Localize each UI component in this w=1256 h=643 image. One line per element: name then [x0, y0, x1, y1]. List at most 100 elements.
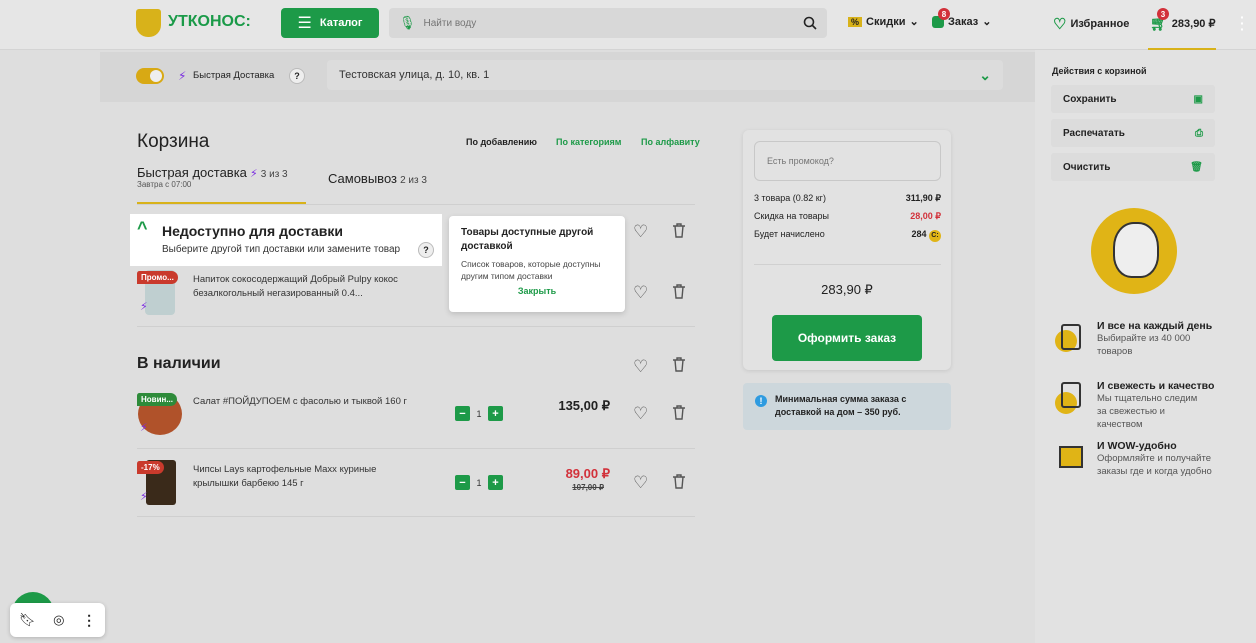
orders-menu[interactable]: 8 Заказ ⌄	[932, 8, 992, 28]
bookmark-icon[interactable]: 🔖︎	[19, 612, 36, 628]
product-price: 135,00 ₽	[558, 398, 610, 413]
product-price: 89,00 ₽	[565, 466, 610, 481]
print-cart-button[interactable]: Распечатать ⎙	[1051, 119, 1215, 147]
summary-row: Будет начислено 284 C:	[754, 229, 941, 242]
min-order-notice: ! Минимальная сумма заказа с доставкой н…	[743, 383, 951, 430]
more-icon[interactable]: · · ·	[1240, 10, 1245, 36]
print-icon: ⎙	[1195, 127, 1203, 139]
heart-icon: ♡	[1053, 16, 1067, 33]
chevron-up-icon[interactable]: ^	[137, 218, 148, 239]
decrease-button[interactable]: −	[455, 475, 470, 490]
product-name[interactable]: Чипсы Lays картофельные Maxx куриные кры…	[193, 463, 423, 491]
summary-total: 283,90 ₽	[821, 282, 873, 297]
summary-value: 28,00 ₽	[910, 211, 941, 221]
page-title: Корзина	[137, 131, 210, 152]
trash-icon[interactable]	[672, 284, 686, 299]
summary-row: Скидка на товары 28,00 ₽	[754, 211, 941, 222]
heart-icon[interactable]: ♡	[633, 283, 648, 303]
logo-icon[interactable]	[136, 9, 161, 37]
action-label: Очистить	[1063, 161, 1111, 173]
tooltip: Товары доступные другой доставкой Список…	[449, 216, 625, 312]
discount-badge: -17%	[137, 461, 164, 474]
sort-by-category[interactable]: По категориям	[556, 137, 621, 147]
trash-icon[interactable]	[672, 223, 686, 238]
heart-icon[interactable]: ♡	[633, 404, 648, 424]
quantity-stepper[interactable]: −1 +	[455, 406, 503, 421]
tab-fast-delivery[interactable]: Быстрая доставка ⚡︎ 3 из 3 Завтра с 07:0…	[137, 165, 288, 189]
trash-icon[interactable]	[672, 405, 686, 420]
save-cart-button[interactable]: Сохранить ▣	[1051, 85, 1215, 113]
grocery-basket-icon	[1055, 320, 1087, 354]
trash-icon: 🗑︎	[1190, 161, 1203, 173]
chevron-down-icon: ⌄	[982, 16, 992, 28]
search-icon[interactable]	[803, 16, 817, 30]
sort-by-alphabet[interactable]: По алфавиту	[641, 137, 700, 147]
increase-button[interactable]: +	[488, 475, 503, 490]
tab-pickup[interactable]: Самовывоз 2 из 3	[328, 171, 427, 186]
divider	[754, 264, 941, 265]
logo-text[interactable]: УТКОНОС:	[168, 13, 251, 31]
tab-count: 2 из 3	[400, 175, 427, 186]
orders-badge: 8	[938, 8, 950, 20]
summary-value: 311,90 ₽	[905, 193, 941, 203]
quantity-stepper[interactable]: −1 +	[455, 475, 503, 490]
quantity-value[interactable]: 1	[470, 475, 488, 490]
search-bar: 🎙︎	[389, 8, 827, 38]
sort-by-added[interactable]: По добавлению	[466, 137, 537, 147]
old-price: 107,00 ₽	[572, 483, 604, 492]
increase-button[interactable]: +	[488, 406, 503, 421]
more-icon[interactable]: ⋮	[82, 612, 96, 629]
summary-value: 284	[911, 229, 927, 239]
screenshot-search-icon[interactable]: ◎	[53, 612, 64, 628]
product-name[interactable]: Салат #ПОЙДУПОЕМ с фасолью и тыквой 160 …	[193, 395, 423, 409]
orders-label: Заказ	[948, 15, 979, 28]
divider	[137, 204, 695, 205]
heart-icon[interactable]: ♡	[633, 473, 648, 493]
heart-icon[interactable]: ♡	[633, 357, 648, 377]
decrease-button[interactable]: −	[455, 406, 470, 421]
search-input[interactable]	[423, 17, 795, 29]
unavailable-section-header[interactable]: ^ Недоступно для доставки Выберите друго…	[130, 214, 442, 266]
summary-row: 3 товара (0.82 кг) 311,90 ₽	[754, 193, 941, 204]
product-name[interactable]: Напиток сокосодержащий Добрый Pulpy коко…	[193, 273, 423, 301]
notice-text: Минимальная сумма заказа с доставкой на …	[775, 394, 907, 417]
heart-icon[interactable]: ♡	[633, 222, 648, 242]
address-select[interactable]: Тестовская улица, д. 10, кв. 1 ⌄	[327, 60, 1003, 90]
action-label: Распечатать	[1063, 127, 1125, 139]
new-badge: Новин...	[137, 393, 177, 406]
feature-item: И WOW-удобно Оформляйте и получайте заказ…	[1055, 440, 1217, 478]
mascot-illustration	[1091, 208, 1177, 294]
tab-count: 3 из 3	[260, 169, 288, 180]
lightning-icon: ⚡︎	[140, 491, 148, 503]
shopping-cart-icon	[1055, 440, 1087, 474]
cart-total: 283,90 ₽	[1171, 18, 1216, 30]
microphone-icon[interactable]: 🎙︎	[399, 15, 416, 31]
feature-text: Оформляйте и получайте заказы где и когд…	[1097, 453, 1212, 477]
address-value: Тестовская улица, д. 10, кв. 1	[339, 69, 490, 81]
discounts-menu[interactable]: % Скидки ⌄	[848, 15, 919, 28]
trash-icon[interactable]	[672, 474, 686, 489]
lightning-icon: ⚡︎	[178, 69, 187, 83]
promo-badge: Промо...	[137, 271, 178, 284]
trash-icon[interactable]	[672, 357, 686, 372]
help-button[interactable]: ?	[289, 68, 305, 84]
quantity-value[interactable]: 1	[470, 406, 488, 421]
divider	[137, 448, 695, 449]
chevron-down-icon: ⌄	[909, 16, 919, 28]
summary-label: Будет начислено	[754, 229, 825, 239]
tooltip-text: Список товаров, которые доступны другим …	[461, 259, 601, 281]
cart-link[interactable]: 🛒︎ 3 283,90 ₽	[1150, 8, 1216, 32]
catalog-button[interactable]: ☰ Каталог	[281, 8, 379, 38]
checkout-button[interactable]: Оформить заказ	[772, 315, 922, 361]
favorites-link[interactable]: ♡ Избранное	[1053, 15, 1129, 33]
clear-cart-button[interactable]: Очистить 🗑︎	[1051, 153, 1215, 181]
feature-text: Мы тщательно следим за свежестью и качес…	[1097, 393, 1198, 430]
discounts-label: Скидки	[866, 15, 906, 28]
fast-delivery-toggle[interactable]	[136, 68, 164, 84]
in-stock-title: В наличии	[137, 355, 221, 372]
divider	[137, 516, 695, 517]
help-button[interactable]: ?	[418, 242, 434, 258]
menu-icon: ☰	[297, 15, 312, 32]
promo-code-input[interactable]	[754, 141, 941, 181]
tooltip-close-link[interactable]: Закрыть	[461, 286, 613, 296]
